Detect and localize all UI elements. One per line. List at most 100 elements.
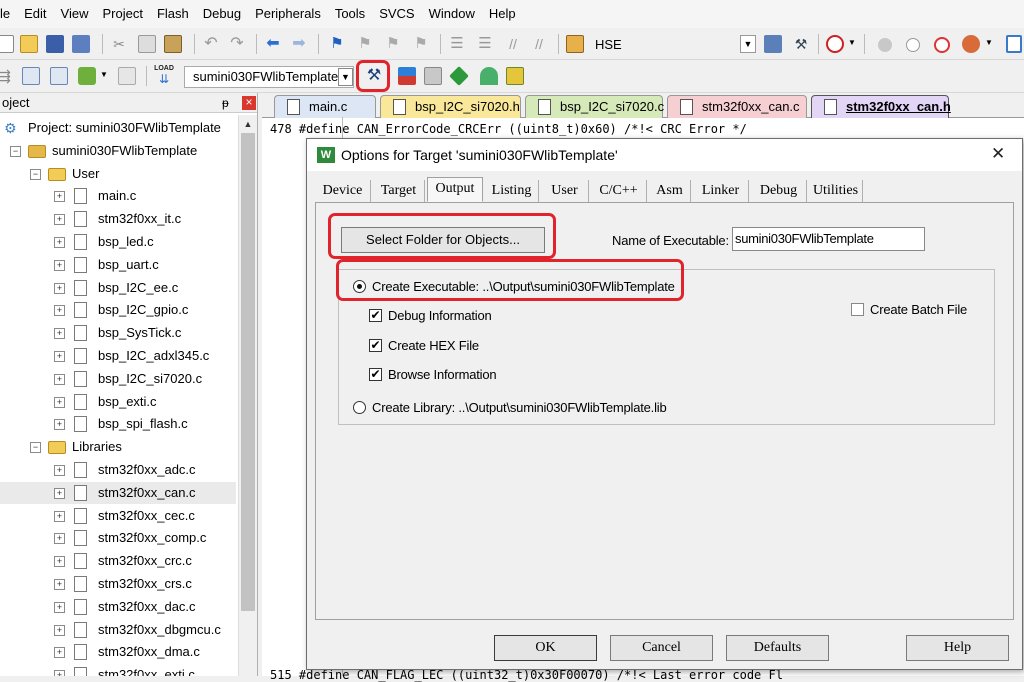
create-library-radio[interactable] — [353, 401, 366, 414]
navigate-forward-icon[interactable]: ➡ — [290, 35, 308, 53]
expand-icon[interactable]: + — [54, 556, 65, 568]
dialog-tab-target[interactable]: Target — [373, 180, 425, 202]
expand-icon[interactable]: + — [54, 647, 65, 659]
prev-bookmark-icon[interactable]: ⚑ — [356, 35, 374, 53]
menu-project[interactable]: Project — [95, 0, 149, 28]
debug-dropdown-icon[interactable]: ▼ — [848, 38, 856, 47]
rebuild-icon[interactable] — [50, 67, 68, 85]
hse-label[interactable]: HSE — [595, 37, 622, 52]
expand-icon[interactable]: + — [54, 670, 65, 676]
tree-file-item[interactable]: + bsp_I2C_adxl345.c — [0, 345, 236, 367]
tree-file-item[interactable]: + stm32f0xx_crc.c — [0, 550, 236, 572]
tree-scrollbar[interactable]: ▲ — [238, 115, 257, 676]
tree-file-item[interactable]: + stm32f0xx_exti.c — [0, 664, 236, 676]
tree-file-item[interactable]: + bsp_I2C_gpio.c — [0, 299, 236, 321]
tree-file-item[interactable]: + stm32f0xx_dac.c — [0, 596, 236, 618]
menu-svcs[interactable]: SVCS — [372, 0, 421, 28]
browse-information-checkbox[interactable]: ✔ — [369, 368, 382, 381]
clear-bookmarks-icon[interactable]: ⚑ — [412, 35, 430, 53]
cancel-button[interactable]: Cancel — [610, 635, 713, 661]
tree-file-item[interactable]: + stm32f0xx_dma.c — [0, 641, 236, 663]
expand-icon[interactable]: + — [54, 373, 65, 385]
comment-icon[interactable]: // — [504, 35, 522, 53]
tree-file-item[interactable]: + stm32f0xx_it.c — [0, 208, 236, 230]
expand-icon[interactable]: + — [54, 419, 65, 431]
open-file-icon[interactable] — [20, 35, 38, 53]
dialog-tab-device[interactable]: Device — [315, 180, 371, 202]
expand-icon[interactable]: + — [54, 396, 65, 408]
expand-icon[interactable]: + — [54, 465, 65, 476]
batch-build-icon[interactable] — [78, 67, 96, 85]
editor-tab[interactable]: bsp_I2C_si7020.h — [380, 95, 521, 118]
collapse-icon[interactable]: − — [30, 442, 41, 454]
expand-icon[interactable]: + — [54, 328, 65, 340]
tree-file-item[interactable]: + bsp_spi_flash.c — [0, 413, 236, 435]
create-library-label[interactable]: Create Library: ..\Output\sumini030FWlib… — [372, 400, 667, 416]
tree-project-item[interactable]: ⚙ Project: sumini030FWlibTemplate — [0, 117, 236, 139]
dialog-tab-utilities[interactable]: Utilities — [809, 180, 863, 202]
target-select-arrow[interactable]: ▼ — [338, 68, 353, 86]
menu-edit[interactable]: Edit — [17, 0, 53, 28]
debug-information-checkbox[interactable]: ✔ — [369, 309, 382, 322]
code-line-515[interactable]: 515 #define CAN_FLAG_LEC ((uint32_t)0x30… — [270, 668, 783, 682]
tree-folder-item[interactable]: − Libraries — [0, 436, 236, 458]
undo-icon[interactable]: ↶ — [202, 35, 220, 53]
scroll-up-icon[interactable]: ▲ — [239, 115, 257, 133]
menu-debug[interactable]: Debug — [196, 0, 248, 28]
create-hex-file-checkbox[interactable]: ✔ — [369, 339, 382, 352]
expand-icon[interactable]: + — [54, 579, 65, 590]
tree-file-item[interactable]: + stm32f0xx_adc.c — [0, 459, 236, 481]
incremental-find-icon[interactable]: ⚒ — [792, 35, 810, 53]
tree-file-item[interactable]: + main.c — [0, 185, 236, 207]
find-icon[interactable] — [764, 35, 782, 53]
tree-file-item[interactable]: + bsp_SysTick.c — [0, 322, 236, 344]
pin-icon[interactable]: ᵽ — [222, 93, 229, 113]
tree-target-item[interactable]: − sumini030FWlibTemplate — [0, 140, 236, 162]
menu-tools[interactable]: Tools — [328, 0, 372, 28]
new-file-icon[interactable] — [0, 35, 14, 53]
menu-peripherals[interactable]: Peripherals — [248, 0, 328, 28]
defaults-button[interactable]: Defaults — [726, 635, 829, 661]
tree-file-item[interactable]: + bsp_I2C_si7020.c — [0, 368, 236, 390]
tree-file-item[interactable]: + stm32f0xx_cec.c — [0, 505, 236, 527]
expand-icon[interactable]: + — [54, 237, 65, 248]
save-icon[interactable] — [46, 35, 64, 53]
uncomment-icon[interactable]: // — [530, 35, 548, 53]
tree-file-item[interactable]: + bsp_I2C_ee.c — [0, 277, 236, 299]
select-pack-icon[interactable] — [424, 67, 442, 85]
editor-tab[interactable]: stm32f0xx_can.c — [667, 95, 807, 118]
build-icon[interactable] — [22, 67, 40, 85]
tree-file-item[interactable]: + stm32f0xx_dbgmcu.c — [0, 619, 236, 641]
kill-breakpoints-icon[interactable] — [934, 37, 950, 53]
tree-file-item[interactable]: + bsp_led.c — [0, 231, 236, 253]
bookmark-icon[interactable]: ⚑ — [328, 35, 346, 53]
manage-run-time-icon[interactable] — [480, 67, 498, 85]
manage-components-icon[interactable] — [398, 67, 416, 85]
stop-build-icon[interactable] — [118, 67, 136, 85]
dialog-tab-user[interactable]: User — [541, 180, 589, 202]
save-all-icon[interactable] — [72, 35, 90, 53]
menu-window[interactable]: Window — [422, 0, 482, 28]
collapse-icon[interactable]: − — [30, 168, 41, 180]
close-panel-icon[interactable]: × — [242, 96, 256, 110]
menu-view[interactable]: View — [54, 0, 96, 28]
expand-icon[interactable]: + — [54, 282, 65, 294]
next-bookmark-icon[interactable]: ⚑ — [384, 35, 402, 53]
expand-icon[interactable]: + — [54, 601, 65, 613]
tree-file-item[interactable]: + stm32f0xx_comp.c — [0, 527, 236, 549]
find-in-files-icon[interactable] — [566, 35, 584, 53]
cut-icon[interactable]: ✂ — [110, 35, 128, 53]
collapse-icon[interactable]: − — [10, 145, 21, 157]
configure-icon[interactable] — [962, 35, 980, 53]
paste-icon[interactable] — [164, 35, 182, 53]
menu-help[interactable]: Help — [482, 0, 523, 28]
expand-icon[interactable]: + — [54, 510, 65, 522]
expand-icon[interactable]: + — [54, 305, 65, 317]
disable-breakpoint-icon[interactable] — [906, 38, 920, 52]
expand-icon[interactable]: + — [54, 487, 65, 499]
search-dropdown[interactable]: ▼ — [740, 35, 756, 53]
dialog-tab-listing[interactable]: Listing — [485, 180, 539, 202]
dialog-tab-c-c-[interactable]: C/C++ — [591, 180, 647, 202]
tree-folder-item[interactable]: − User — [0, 163, 236, 185]
expand-icon[interactable]: + — [54, 259, 65, 271]
